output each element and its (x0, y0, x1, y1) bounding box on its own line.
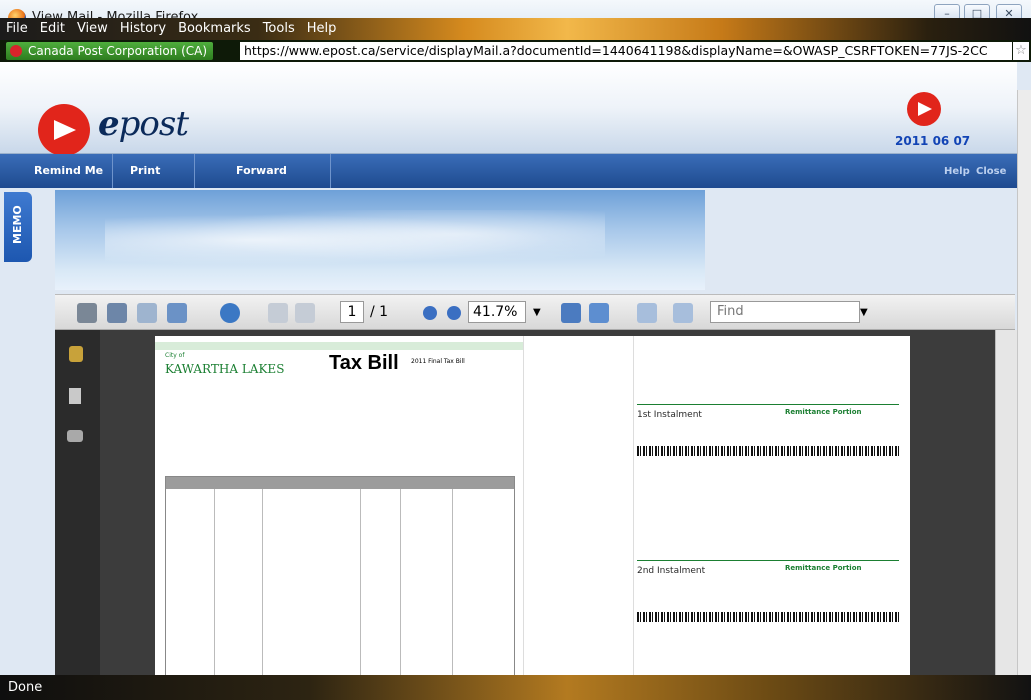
pdf-toolbar: 1 / 1 41.7% ▼ Find ▼ (55, 294, 1015, 330)
page-scrollbar[interactable] (1017, 90, 1031, 675)
zoom-select[interactable]: 41.7% (468, 301, 526, 323)
fit-width-icon[interactable] (589, 303, 609, 323)
epost-logo: epost (98, 104, 189, 144)
navigation-bar: Canada Post Corporation (CA) https://www… (0, 40, 1031, 62)
status-text: Done (8, 680, 43, 695)
globe-icon[interactable] (220, 303, 240, 323)
zoom-out-icon[interactable] (423, 306, 437, 320)
review-icon[interactable] (167, 303, 187, 323)
rotate-right-icon[interactable] (673, 303, 693, 323)
page-total: / 1 (370, 304, 389, 320)
site-identity-button[interactable]: Canada Post Corporation (CA) (6, 42, 214, 60)
canada-post-logo-icon (38, 104, 90, 156)
barcode-1 (637, 446, 899, 456)
email-icon[interactable] (137, 303, 157, 323)
remittance-2: Remittance Portion (785, 564, 862, 572)
canada-post-icon (10, 45, 22, 57)
barcode-2 (637, 612, 899, 622)
site-identity-label: Canada Post Corporation (CA) (28, 44, 208, 58)
memo-tab[interactable]: MEMO (4, 192, 32, 262)
find-dropdown-icon[interactable]: ▼ (860, 307, 868, 318)
city-prefix: City of (165, 352, 185, 359)
print-button[interactable]: Print (130, 164, 160, 177)
menu-history[interactable]: History (114, 18, 172, 36)
rotate-left-icon[interactable] (637, 303, 657, 323)
zoom-dropdown-icon[interactable]: ▼ (533, 307, 541, 318)
help-link[interactable]: Help (944, 166, 970, 177)
save-icon[interactable] (107, 303, 127, 323)
menu-edit[interactable]: Edit (34, 18, 71, 36)
status-bar: Done (0, 675, 1031, 700)
header-band (155, 342, 523, 350)
previous-page-icon[interactable] (268, 303, 288, 323)
bookmark-star-icon[interactable]: ☆ (1013, 42, 1029, 60)
installment-1: 1st Instalment (637, 410, 702, 420)
doc-subtitle: 2011 Final Tax Bill (411, 358, 465, 365)
print-icon[interactable] (77, 303, 97, 323)
installment-2: 2nd Instalment (637, 566, 706, 576)
zoom-in-icon[interactable] (447, 306, 461, 320)
doc-title: Tax Bill (329, 352, 399, 374)
menu-tools[interactable]: Tools (257, 18, 301, 36)
pdf-sidebar (55, 330, 100, 675)
menu-file[interactable]: File (0, 18, 34, 36)
close-link[interactable]: Close (976, 166, 1006, 177)
memo-banner (55, 190, 705, 290)
url-input[interactable]: https://www.epost.ca/service/displayMail… (240, 42, 1012, 60)
menu-view[interactable]: View (71, 18, 114, 36)
pdf-scrollbar[interactable] (995, 330, 1017, 675)
next-page-icon[interactable] (295, 303, 315, 323)
lock-icon[interactable] (69, 346, 83, 362)
epost-nav: Remind Me Print Forward Help Close (0, 154, 1017, 188)
tax-bill-page: City of KAWARTHA LAKES Tax Bill 2011 Fin… (155, 336, 910, 676)
forward-button[interactable]: Forward (236, 164, 287, 177)
canada-post-small-logo-icon (907, 92, 941, 126)
attachments-icon[interactable] (67, 430, 83, 442)
pages-icon[interactable] (69, 388, 81, 404)
find-input[interactable]: Find (710, 301, 860, 323)
mail-date: 2011 06 07 (895, 134, 971, 148)
menu-help[interactable]: Help (301, 18, 343, 36)
fit-page-icon[interactable] (561, 303, 581, 323)
tax-table (165, 476, 515, 676)
page-number-input[interactable]: 1 (340, 301, 364, 323)
remind-me-button[interactable]: Remind Me (34, 164, 103, 177)
remittance-1: Remittance Portion (785, 408, 862, 416)
menu-bookmarks[interactable]: Bookmarks (172, 18, 257, 36)
tax-table-header (166, 477, 514, 489)
menu-bar: File Edit View History Bookmarks Tools Help (0, 18, 1031, 40)
city-logo-text: KAWARTHA LAKES (165, 362, 285, 376)
